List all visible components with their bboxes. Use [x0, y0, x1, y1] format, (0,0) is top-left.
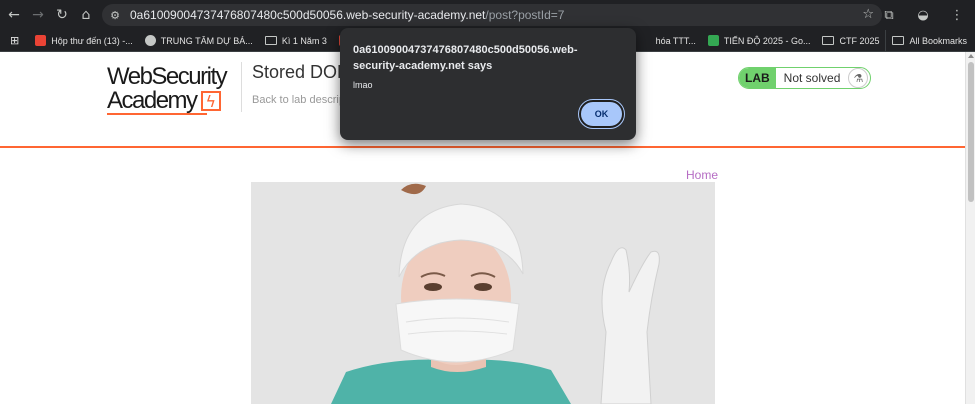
- alert-title: 0a61009004737476807480c500d50056.web-sec…: [353, 44, 578, 72]
- bookmark-all[interactable]: All Bookmarks: [885, 29, 975, 52]
- lab-badge: LAB: [739, 68, 776, 88]
- header-rule: [0, 146, 965, 148]
- url-path: /post?postId=7: [485, 8, 565, 22]
- lab-title: Stored DOM: [252, 62, 353, 82]
- bookmark-ki1[interactable]: Kì 1 Năm 3: [259, 30, 333, 52]
- bookmark-label: TRUNG TÂM DỰ BÁ...: [160, 35, 253, 46]
- alert-message: lmao: [353, 80, 373, 90]
- bookmark-trung-tam[interactable]: TRUNG TÂM DỰ BÁ...: [139, 30, 259, 52]
- menu-icon[interactable]: ⋮: [945, 3, 969, 27]
- bookmark-tien-do[interactable]: TIẾN ĐỘ 2025 - Go...: [702, 30, 817, 52]
- back-to-lab-link[interactable]: Back to lab descrip: [252, 94, 345, 106]
- folder-icon: [892, 36, 905, 45]
- bookmark-hoa-ttt[interactable]: hóa TTT...: [650, 30, 702, 52]
- browser-toolbar: ← → ↻ ⌂ ⚙ 0a61009004737476807480c500d500…: [0, 0, 975, 30]
- page-scrollbar[interactable]: [965, 52, 975, 404]
- apps-icon[interactable]: ⊞: [0, 30, 25, 52]
- profile-icon[interactable]: ◒: [911, 3, 935, 27]
- bookmark-gmail[interactable]: Hộp thư đến (13) -...: [25, 30, 139, 52]
- bookmark-label: Kì 1 Năm 3: [281, 35, 327, 46]
- post-image: [251, 182, 715, 404]
- extensions-icon[interactable]: ⧉: [877, 3, 901, 27]
- forward-arrow-icon[interactable]: →: [26, 3, 50, 27]
- bookmark-label: All Bookmarks: [909, 35, 967, 46]
- scroll-thumb[interactable]: [968, 62, 974, 202]
- logo-underline: [107, 113, 207, 115]
- site-info-icon[interactable]: ⚙: [104, 4, 126, 26]
- flask-icon: ⚗: [848, 68, 869, 88]
- home-link[interactable]: Home: [686, 168, 718, 182]
- bookmark-ctf[interactable]: CTF 2025: [816, 30, 885, 52]
- web-security-academy-logo[interactable]: WebSecurity Academy: [107, 65, 242, 115]
- post-photo-illustration: [251, 182, 715, 404]
- reload-icon[interactable]: ↻: [50, 3, 74, 27]
- logo-line1: WebSecurity: [107, 63, 228, 90]
- scroll-up-arrow-icon[interactable]: [968, 54, 974, 58]
- bookmark-label: CTF 2025: [839, 35, 880, 46]
- bookmark-label: Hộp thư đến (13) -...: [51, 35, 133, 46]
- lab-status-widget: LAB Not solved ⚗: [738, 67, 872, 89]
- toolbar-right-icons: ⧉ ◒ ⋮: [877, 3, 969, 27]
- folder-icon: [822, 36, 835, 45]
- back-arrow-icon[interactable]: ←: [2, 3, 26, 27]
- gmail-icon: [35, 35, 47, 46]
- bookmark-label: hóa TTT...: [655, 35, 696, 46]
- lab-status-text: Not solved: [783, 71, 841, 85]
- ok-button[interactable]: OK: [578, 99, 625, 129]
- header-divider: [241, 62, 242, 112]
- home-icon[interactable]: ⌂: [74, 3, 98, 27]
- logo-line2: Academy: [107, 87, 198, 114]
- bookmark-label: TIẾN ĐỘ 2025 - Go...: [723, 35, 811, 46]
- folder-icon: [264, 36, 277, 45]
- url-host: 0a61009004737476807480c500d50056.web-sec…: [130, 8, 486, 22]
- bookmark-star-icon[interactable]: ☆: [862, 7, 874, 22]
- lightning-icon: [200, 90, 221, 114]
- globe-icon: [144, 35, 156, 46]
- address-bar[interactable]: ⚙ 0a61009004737476807480c500d50056.web-s…: [102, 4, 882, 26]
- url-text: 0a61009004737476807480c500d50056.web-sec…: [130, 8, 564, 22]
- sheets-icon: [707, 35, 719, 46]
- logo-line2-wrap: Academy: [107, 87, 242, 114]
